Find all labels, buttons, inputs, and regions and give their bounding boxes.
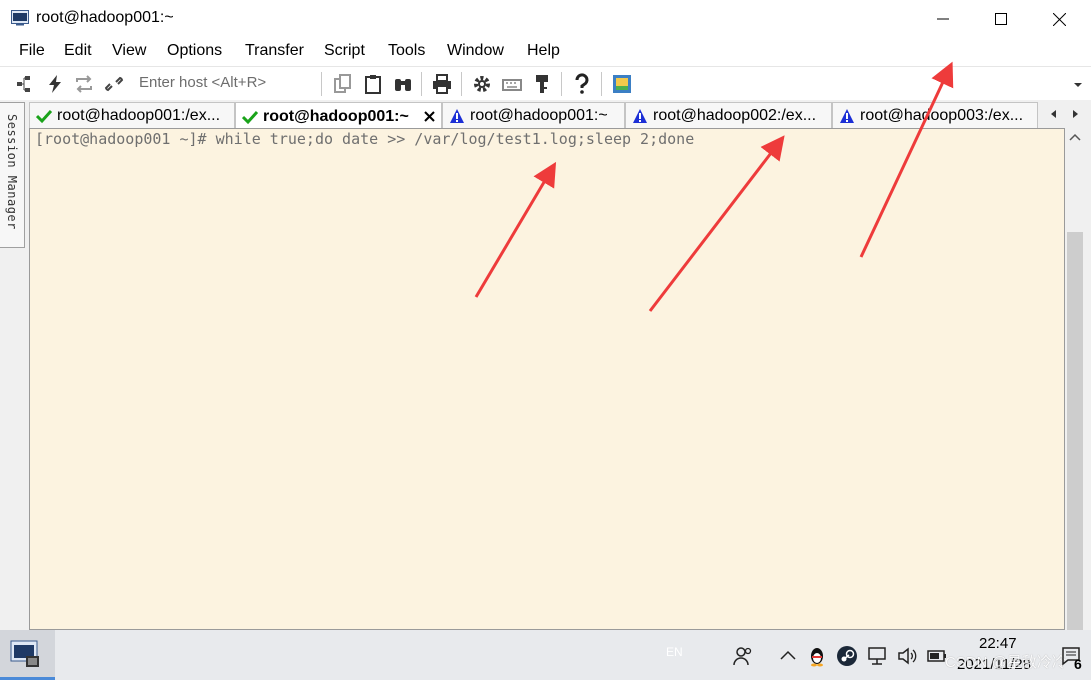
- tab-close-icon[interactable]: [424, 111, 435, 122]
- help-question-icon[interactable]: [571, 73, 593, 95]
- minimize-icon: [937, 18, 949, 20]
- disconnected-warning-icon: [450, 108, 464, 123]
- terminal-command-line: [root@hadoop001 ~]# while true;do date >…: [35, 130, 695, 148]
- copy-icon[interactable]: [332, 73, 354, 95]
- volume-icon[interactable]: [896, 645, 918, 667]
- input-language-indicator[interactable]: EN: [666, 645, 683, 659]
- enter-host-field[interactable]: Enter host <Alt+R>: [139, 74, 266, 91]
- qq-penguin-icon[interactable]: [806, 645, 828, 667]
- securecrt-app-icon: [11, 10, 29, 26]
- show-hidden-icons-chevron-icon[interactable]: [777, 645, 799, 667]
- key-agent-icon[interactable]: [531, 73, 553, 95]
- steam-icon[interactable]: [836, 645, 858, 667]
- csdn-watermark: CSDN @星敌冷冷: [945, 654, 1067, 671]
- toolbar-separator: [461, 72, 462, 96]
- close-icon: [1052, 12, 1066, 26]
- terminal-scrollbar-thumb[interactable]: [1067, 232, 1083, 630]
- tab-scroll-left-icon[interactable]: [1046, 106, 1062, 122]
- disconnect-icon[interactable]: [103, 73, 125, 95]
- scroll-up-arrow-icon[interactable]: [1069, 133, 1081, 141]
- minimize-button[interactable]: [915, 0, 971, 38]
- menu-edit[interactable]: Edit: [64, 42, 92, 60]
- menu-transfer[interactable]: Transfer: [245, 42, 304, 60]
- tab-label: root@hadoop001:~: [263, 107, 409, 125]
- disconnected-warning-icon: [633, 108, 647, 123]
- network-icon[interactable]: [866, 645, 888, 667]
- tab-hadoop003-ex[interactable]: root@hadoop003:/ex...: [832, 102, 1038, 128]
- keymap-keyboard-icon[interactable]: [501, 73, 523, 95]
- menu-help[interactable]: Help: [527, 42, 560, 60]
- toolbar-overflow-chevron-icon[interactable]: [1073, 81, 1083, 89]
- menu-window[interactable]: Window: [447, 42, 504, 60]
- people-icon[interactable]: [732, 645, 754, 667]
- securecrt-taskbar-icon: [10, 640, 39, 667]
- tab-label: root@hadoop003:/ex...: [860, 106, 1024, 124]
- toolbar-separator: [561, 72, 562, 96]
- securefx-icon[interactable]: [611, 73, 633, 95]
- connect-tree-icon[interactable]: [14, 73, 36, 95]
- session-manager-label: Session Manager: [5, 114, 19, 230]
- notification-count-badge: 6: [1074, 656, 1082, 672]
- quick-connect-icon[interactable]: [44, 73, 66, 95]
- menu-bar: File Edit View Options Transfer Script T…: [0, 38, 1091, 66]
- maximize-button[interactable]: [973, 0, 1029, 38]
- reconnect-icon[interactable]: [73, 73, 95, 95]
- tab-hadoop001-home-active[interactable]: root@hadoop001:~: [235, 102, 442, 130]
- tab-label: root@hadoop002:/ex...: [653, 106, 817, 124]
- menu-tools[interactable]: Tools: [388, 42, 425, 60]
- connected-check-icon: [36, 109, 52, 123]
- menu-file[interactable]: File: [19, 42, 45, 60]
- toolbar-separator: [421, 72, 422, 96]
- find-binoculars-icon[interactable]: [392, 73, 414, 95]
- close-button[interactable]: [1031, 0, 1087, 38]
- toolbar-separator: [321, 72, 322, 96]
- clock-time[interactable]: 22:47: [979, 635, 1017, 652]
- tab-hadoop002-ex[interactable]: root@hadoop002:/ex...: [625, 102, 832, 128]
- menu-options[interactable]: Options: [167, 42, 222, 60]
- disconnected-warning-icon: [840, 108, 854, 123]
- tab-hadoop001-home[interactable]: root@hadoop001:~: [442, 102, 625, 128]
- tab-label: root@hadoop001:~: [470, 106, 608, 124]
- tab-scroll-right-icon[interactable]: [1067, 106, 1083, 122]
- window-title: root@hadoop001:~: [36, 9, 174, 26]
- menu-view[interactable]: View: [112, 42, 146, 60]
- print-icon[interactable]: [431, 73, 453, 95]
- menu-script[interactable]: Script: [324, 42, 365, 60]
- taskbar-securecrt-button[interactable]: [0, 630, 55, 680]
- paste-icon[interactable]: [362, 73, 384, 95]
- maximize-icon: [995, 13, 1007, 25]
- toolbar: Enter host <Alt+R>: [0, 66, 1091, 100]
- tab-label: root@hadoop001:/ex...: [57, 106, 221, 124]
- tab-hadoop001-ex-1[interactable]: root@hadoop001:/ex...: [29, 102, 235, 128]
- settings-gear-icon[interactable]: [471, 73, 493, 95]
- connected-check-icon: [242, 110, 258, 124]
- toolbar-separator: [601, 72, 602, 96]
- terminal-area[interactable]: [29, 128, 1065, 630]
